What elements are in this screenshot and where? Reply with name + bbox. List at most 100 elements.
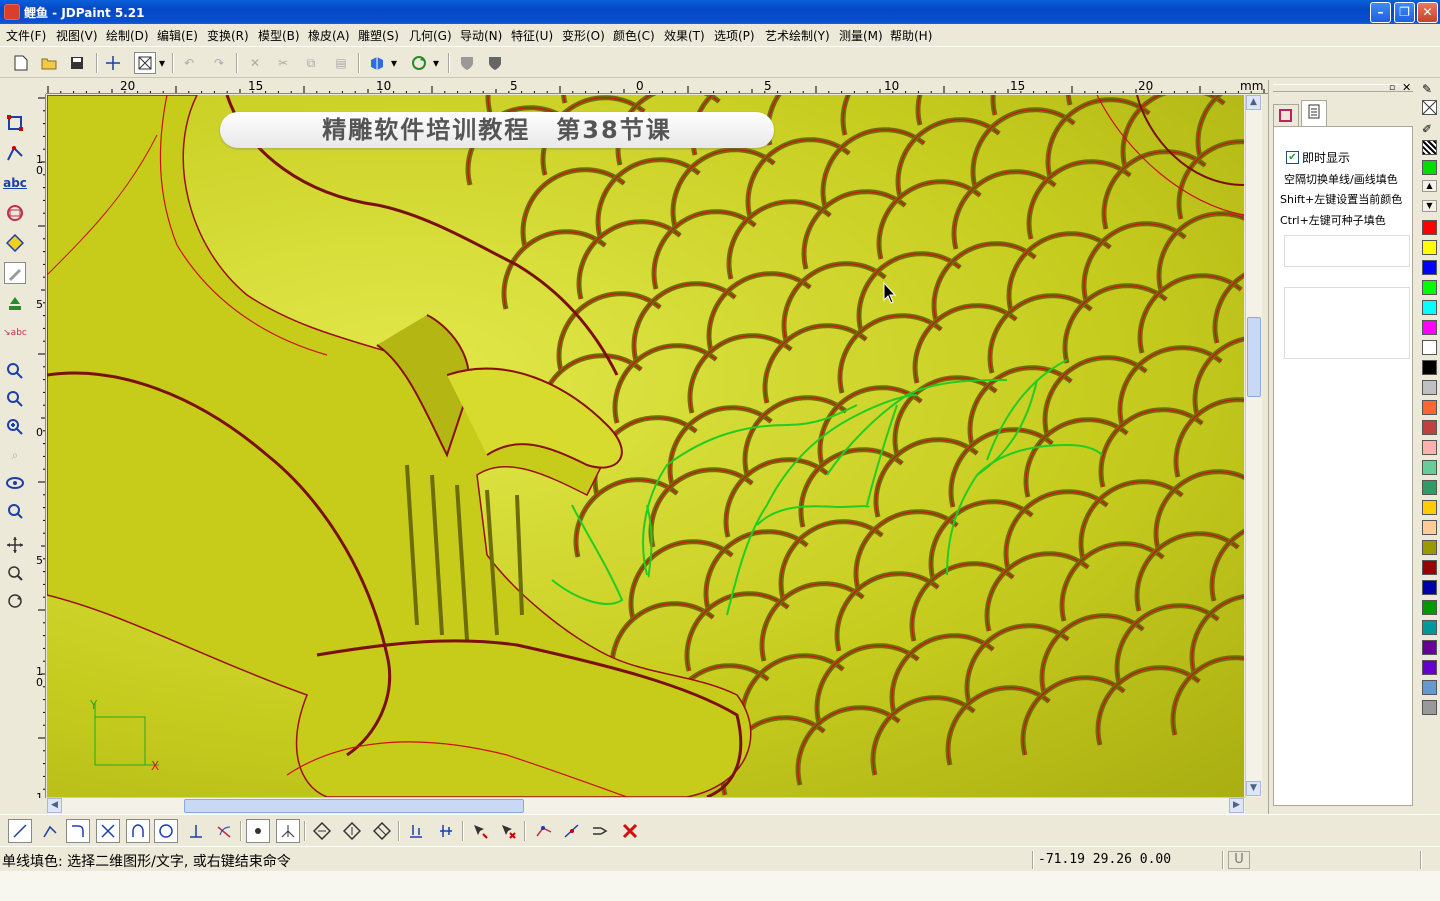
zoom-fit-icon[interactable] (4, 500, 26, 522)
view-3d-icon[interactable] (366, 52, 388, 74)
zoom-all-icon[interactable] (4, 472, 26, 494)
tangent-tool-icon[interactable] (212, 819, 236, 843)
color-swatch[interactable] (1422, 460, 1437, 475)
cancel-command-icon[interactable] (618, 819, 642, 843)
cut-icon[interactable]: ✂ (272, 52, 294, 74)
panel-float-icon[interactable]: ▫ (1389, 83, 1395, 93)
realtime-display-checkbox[interactable]: ✔ 即时显示 (1286, 149, 1350, 166)
menu-feature[interactable]: 特征(U) (511, 27, 553, 44)
palette-scroll-down-icon[interactable]: ▼ (1422, 200, 1437, 212)
point-snap-icon[interactable] (246, 819, 270, 843)
menu-help[interactable]: 帮助(H) (890, 27, 932, 44)
angle-snap-icon[interactable] (276, 819, 300, 843)
new-file-icon[interactable] (10, 52, 32, 74)
align-bottom-icon[interactable] (404, 819, 428, 843)
color-swatch[interactable] (1422, 660, 1437, 675)
brush-icon[interactable]: ✐ (1422, 122, 1432, 136)
refresh-dropdown-icon[interactable]: ▾ (430, 52, 442, 74)
menu-guide[interactable]: 导动(N) (460, 27, 502, 44)
menu-eraser[interactable]: 橡皮(A) (308, 27, 350, 44)
horizontal-scrollbar[interactable]: ◀ ▶ (47, 797, 1245, 814)
vertical-scrollbar[interactable]: ▲ ▼ (1245, 95, 1262, 797)
menu-sculpt[interactable]: 雕塑(S) (358, 27, 399, 44)
bucket-fill-icon[interactable] (4, 292, 26, 314)
color-swatch[interactable] (1422, 700, 1437, 715)
horizontal-scroll-thumb[interactable] (184, 799, 524, 813)
color-swatch[interactable] (1422, 620, 1437, 635)
select-box-icon[interactable] (134, 52, 156, 74)
menu-deform[interactable]: 变形(O) (562, 27, 605, 44)
menu-draw[interactable]: 绘制(D) (106, 27, 149, 44)
node-tab-icon[interactable] (1273, 104, 1299, 126)
deselect-icon[interactable] (496, 819, 520, 843)
shield-dark-icon[interactable] (484, 52, 506, 74)
color-swatch[interactable] (1422, 500, 1437, 515)
break-curve-icon[interactable] (560, 819, 584, 843)
color-swatch[interactable] (1422, 160, 1437, 175)
menu-measure[interactable]: 测量(M) (839, 27, 883, 44)
color-swatch[interactable] (1422, 340, 1437, 355)
scroll-right-icon[interactable]: ▶ (1229, 798, 1244, 813)
minimize-button[interactable]: – (1370, 2, 1391, 23)
shield-light-icon[interactable] (456, 52, 478, 74)
color-swatch[interactable] (1422, 440, 1437, 455)
open-folder-icon[interactable] (38, 52, 60, 74)
scroll-left-icon[interactable]: ◀ (47, 798, 62, 813)
color-swatch[interactable] (1422, 560, 1437, 575)
view-dropdown-icon[interactable]: ▾ (388, 52, 400, 74)
rotate-tool-icon[interactable] (4, 202, 26, 224)
menu-geometry[interactable]: 几何(G) (409, 27, 452, 44)
color-swatch[interactable] (1422, 640, 1437, 655)
menu-transform[interactable]: 变换(R) (207, 27, 249, 44)
color-swatch[interactable] (1422, 300, 1437, 315)
no-color-icon[interactable] (1422, 100, 1437, 115)
select-dropdown-icon[interactable]: ▾ (156, 52, 168, 74)
color-swatch[interactable] (1422, 480, 1437, 495)
menu-effect[interactable]: 效果(T) (664, 27, 705, 44)
paste-icon[interactable]: ▤ (330, 52, 352, 74)
save-icon[interactable] (66, 52, 88, 74)
menu-file[interactable]: 文件(F) (6, 27, 46, 44)
pattern-icon[interactable] (1422, 140, 1437, 155)
panel-close-icon[interactable]: ✕ (1402, 81, 1411, 94)
zoom-previous-icon[interactable]: ⌕ (4, 444, 26, 466)
color-swatch[interactable] (1422, 400, 1437, 415)
zoom-window-icon[interactable] (4, 360, 26, 382)
zoom-out-icon[interactable] (4, 388, 26, 410)
scroll-down-icon[interactable]: ▼ (1246, 781, 1261, 796)
diamond-intersect-icon[interactable] (340, 819, 364, 843)
arc-tool-icon[interactable] (126, 819, 150, 843)
menu-art-draw[interactable]: 艺术绘制(Y) (765, 27, 830, 44)
perpendicular-tool-icon[interactable] (184, 819, 208, 843)
join-curve-icon[interactable] (588, 819, 612, 843)
diamond-subtract-icon[interactable] (370, 819, 394, 843)
color-swatch[interactable] (1422, 680, 1437, 695)
color-swatch[interactable] (1422, 360, 1437, 375)
line-tool-icon[interactable] (8, 819, 32, 843)
snap-crosshair-icon[interactable] (102, 52, 124, 74)
color-swatch[interactable] (1422, 540, 1437, 555)
color-swatch[interactable] (1422, 420, 1437, 435)
color-swatch[interactable] (1422, 260, 1437, 275)
color-swatch[interactable] (1422, 600, 1437, 615)
scroll-up-icon[interactable]: ▲ (1246, 95, 1261, 110)
redo-icon[interactable]: ↷ (208, 52, 230, 74)
circle-tool-icon[interactable] (154, 819, 178, 843)
color-swatch[interactable] (1422, 320, 1437, 335)
menu-color[interactable]: 颜色(C) (613, 27, 655, 44)
fillet-tool-icon[interactable] (66, 819, 90, 843)
color-swatch[interactable] (1422, 220, 1437, 235)
text-tool-icon[interactable]: abc (3, 172, 27, 194)
pen-fill-icon[interactable] (4, 262, 26, 284)
color-swatch[interactable] (1422, 380, 1437, 395)
color-swatch[interactable] (1422, 240, 1437, 255)
menu-options[interactable]: 选项(P) (714, 27, 755, 44)
palette-scroll-up-icon[interactable]: ▲ (1422, 180, 1437, 192)
pencil-icon[interactable]: ✎ (1422, 82, 1432, 96)
vertical-scroll-thumb[interactable] (1247, 317, 1261, 397)
menu-view[interactable]: 视图(V) (56, 27, 98, 44)
color-swatch[interactable] (1422, 280, 1437, 295)
restore-button[interactable]: ❐ (1394, 2, 1415, 23)
dimension-tool-icon[interactable]: ↘abc (3, 322, 27, 344)
rotate-view-icon[interactable] (4, 590, 26, 612)
